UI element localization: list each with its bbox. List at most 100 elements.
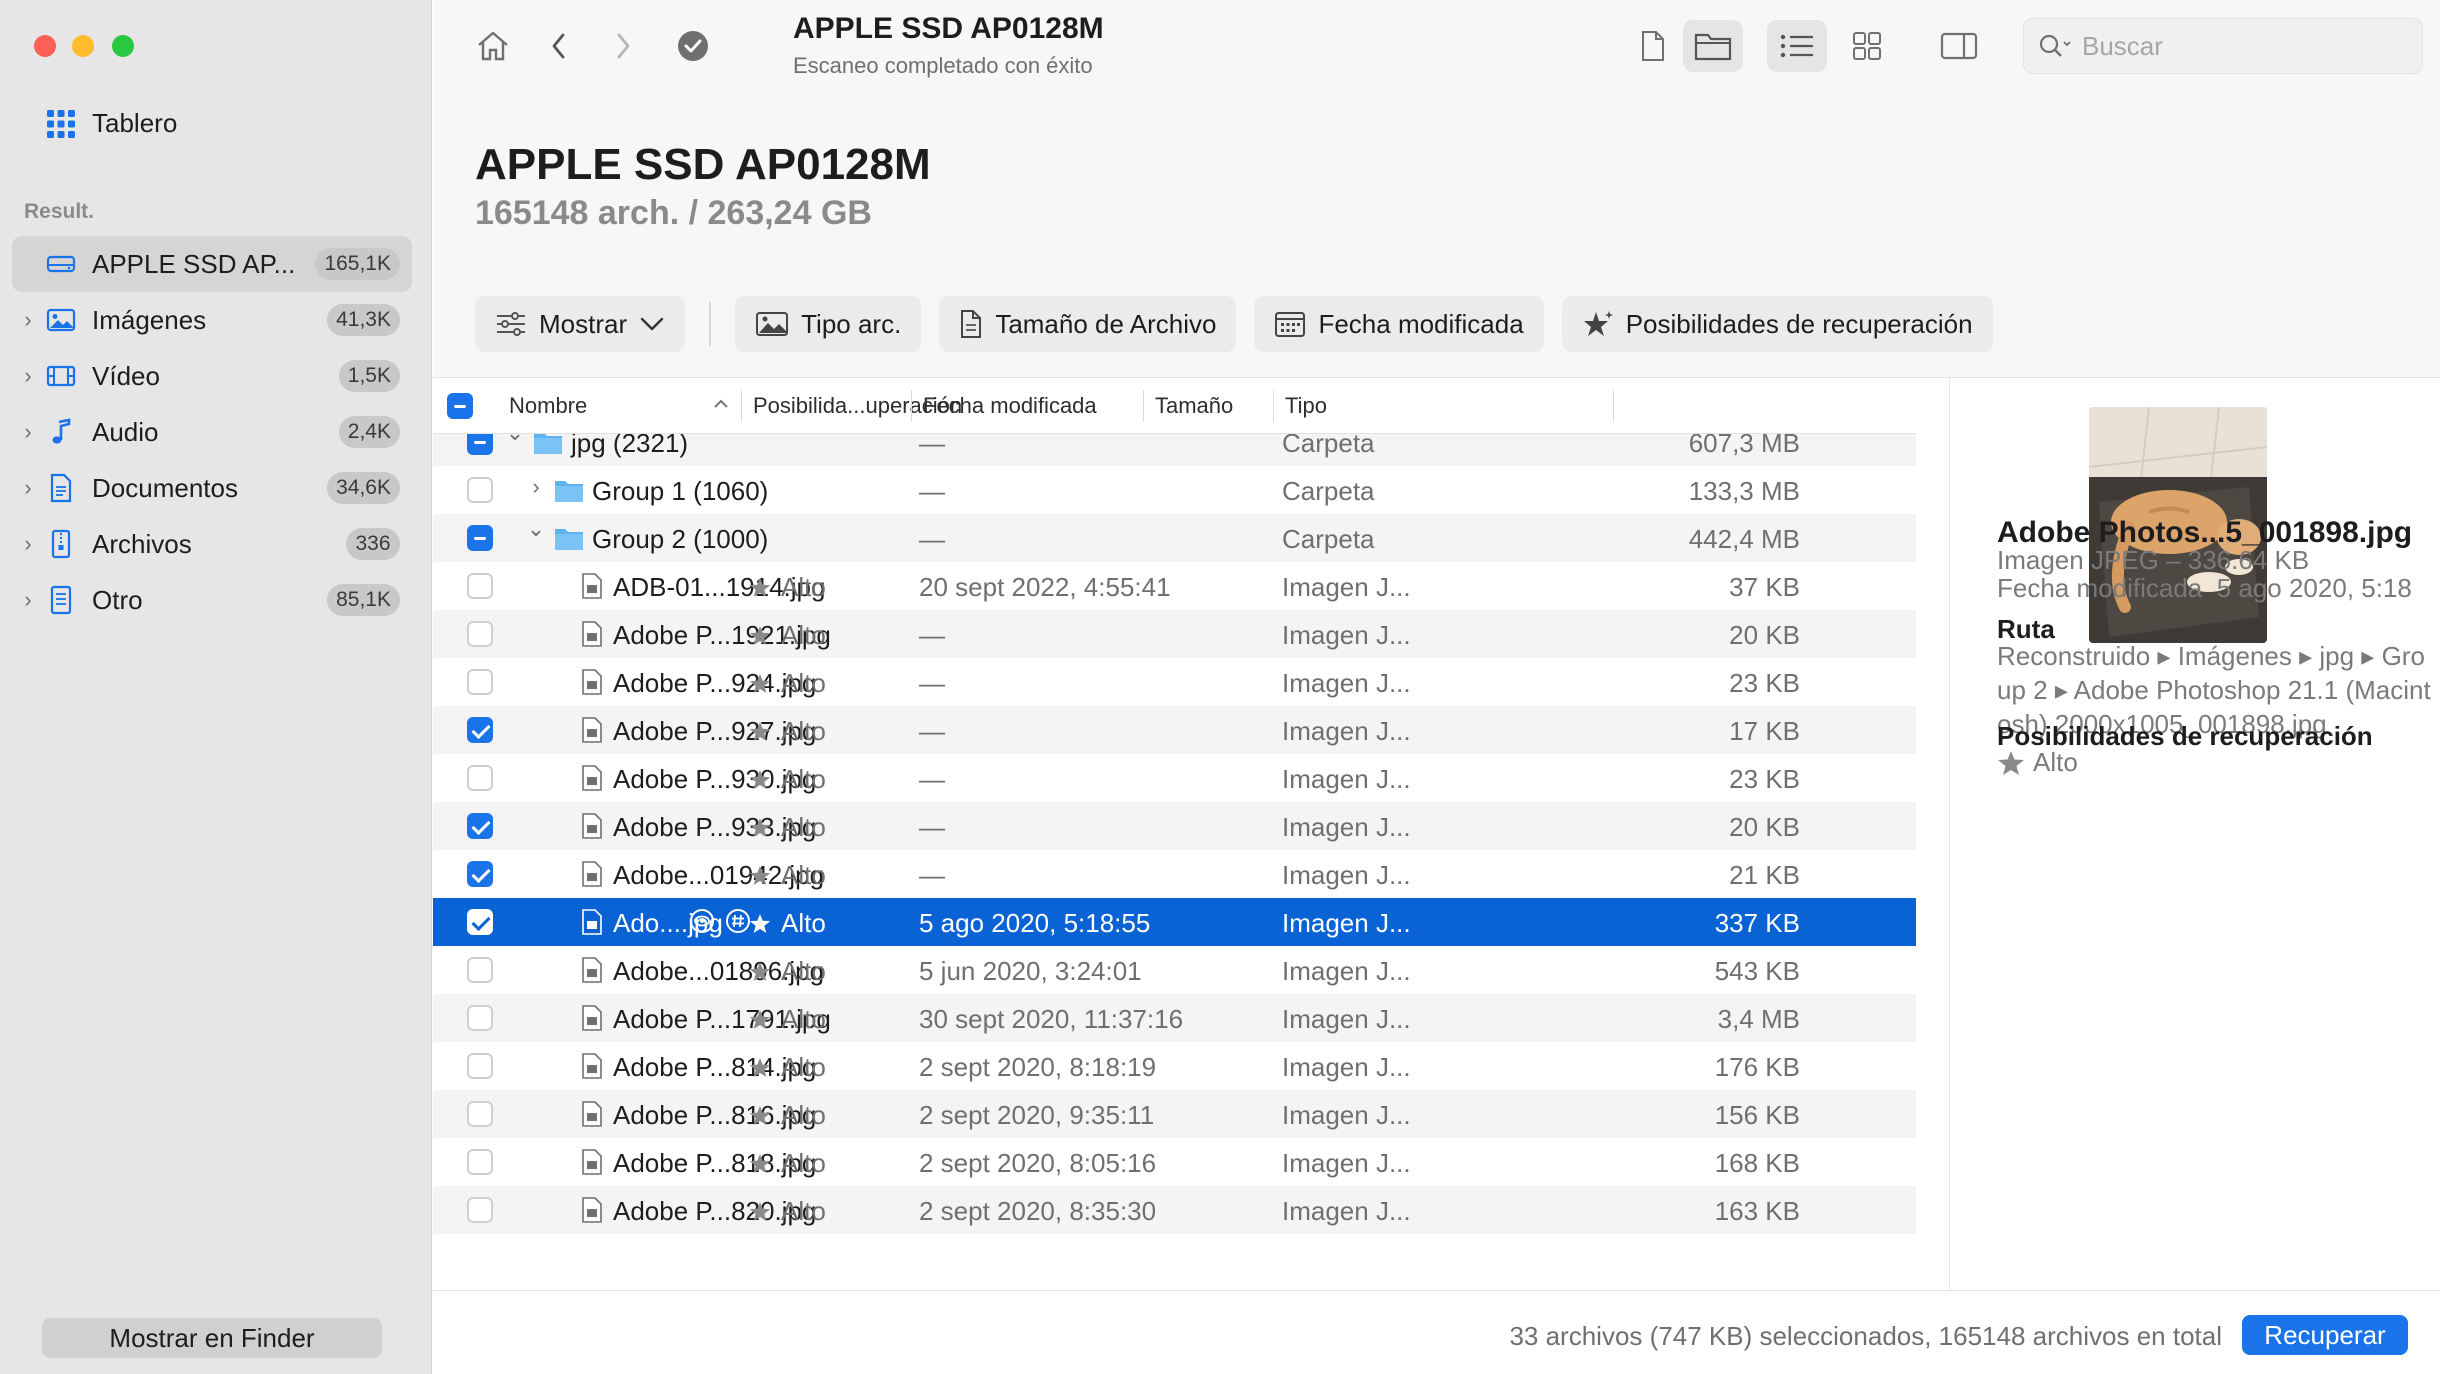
folder-row[interactable]: ⌄ Group 2 (1000) — 442,4 MB Carpeta xyxy=(433,514,1916,562)
file-row[interactable]: Ado....jpg Alto 5 ago 2020, 5:18:55 337 KB I… xyxy=(433,898,1916,946)
column-header-name[interactable]: Nombre xyxy=(509,393,587,419)
star-icon xyxy=(1998,750,2024,775)
folder-row[interactable]: › Group 1 (1060) — 133,3 MB Carpeta xyxy=(433,466,1916,514)
column-header-type[interactable]: Tipo xyxy=(1285,393,1327,419)
drive-title: APPLE SSD AP0128M xyxy=(475,140,931,189)
row-checkbox[interactable] xyxy=(467,573,493,599)
column-header-date[interactable]: Fecha modificada xyxy=(923,393,1097,419)
star-icon xyxy=(749,674,771,693)
row-checkbox[interactable] xyxy=(467,1149,493,1175)
sidebar-item-images[interactable]: › Imágenes 41,3K xyxy=(12,292,412,348)
file-row[interactable]: Adobe P...933.jpg Alto —20 KB Imagen J... xyxy=(433,802,1916,850)
file-size-filter-button[interactable]: Tamaño de Archivo xyxy=(939,296,1237,352)
file-type: Imagen J... xyxy=(1282,1052,1411,1082)
list-view-button[interactable] xyxy=(1767,20,1827,72)
close-window-button[interactable] xyxy=(34,35,56,57)
show-in-finder-button[interactable]: Mostrar en Finder xyxy=(42,1318,382,1358)
file-row[interactable]: Adobe P...924.jpg Alto —23 KB Imagen J... xyxy=(433,658,1916,706)
sidebar-item-drive[interactable]: APPLE SSD AP... 165,1K xyxy=(12,236,412,292)
row-checkbox[interactable] xyxy=(467,717,493,743)
chevron-down-icon xyxy=(640,317,664,331)
row-checkbox[interactable] xyxy=(467,621,493,647)
file-row[interactable]: Adobe...01896.jpg Alto 5 jun 2020, 3:24:01… xyxy=(433,946,1916,994)
star-icon xyxy=(749,962,771,981)
row-checkbox[interactable] xyxy=(467,909,493,935)
sidebar-item-audio[interactable]: › Audio 2,4K xyxy=(12,404,412,460)
image-file-icon xyxy=(582,765,602,791)
file-row[interactable]: Adobe...01942.jpg Alto —21 KB Imagen J... xyxy=(433,850,1916,898)
sort-ascending-icon[interactable] xyxy=(713,398,729,410)
file-type: Imagen J... xyxy=(1282,716,1411,746)
recovery-chance: Alto xyxy=(749,668,826,699)
file-row[interactable]: ADB-01...1914.jpg Alto 20 sept 2022, 4:55:… xyxy=(433,562,1916,610)
chevron-right-icon[interactable]: › xyxy=(12,531,44,557)
column-header-size[interactable]: Tamaño xyxy=(1155,393,1233,419)
recover-button[interactable]: Recuperar xyxy=(2242,1315,2408,1355)
search-field[interactable] xyxy=(2023,18,2423,74)
dashboard-link[interactable]: Tablero xyxy=(46,108,177,139)
row-checkbox[interactable] xyxy=(467,1005,493,1031)
file-size: 176 KB xyxy=(1714,1052,1800,1082)
recovery-label: Alto xyxy=(781,716,826,746)
file-row[interactable]: Adobe P...814.jpg Alto 2 sept 2020, 8:18:1… xyxy=(433,1042,1916,1090)
sidebar-item-documents[interactable]: › Documentos 34,6K xyxy=(12,460,412,516)
row-checkbox[interactable] xyxy=(467,861,493,887)
file-size: 21 KB xyxy=(1729,860,1800,890)
home-button[interactable] xyxy=(463,20,523,72)
recovery-label: Alto xyxy=(781,956,826,986)
date-modified-filter-button[interactable]: Fecha modificada xyxy=(1254,296,1544,352)
sidebar-item-archives[interactable]: › Archivos 336 xyxy=(12,516,412,572)
file-row[interactable]: Adobe P...818.jpg Alto 2 sept 2020, 8:05:1… xyxy=(433,1138,1916,1186)
file-row[interactable]: Adobe P...820.jpg Alto 2 sept 2020, 8:35:3… xyxy=(433,1186,1916,1234)
row-checkbox[interactable] xyxy=(467,669,493,695)
row-checkbox[interactable] xyxy=(467,765,493,791)
recovery-chances-label: Posibilidades de recuperación xyxy=(1625,308,1973,339)
sidebar-item-video[interactable]: › Vídeo 1,5K xyxy=(12,348,412,404)
file-row[interactable]: Adobe P...930.jpg Alto —23 KB Imagen J... xyxy=(433,754,1916,802)
file-size-label: Tamaño de Archivo xyxy=(995,308,1217,339)
hashtag-icon[interactable] xyxy=(725,908,751,934)
chevron-down-icon[interactable]: ⌄ xyxy=(524,516,548,542)
file-row[interactable]: Adobe P...816.jpg Alto 2 sept 2020, 9:35:1… xyxy=(433,1090,1916,1138)
chevron-right-icon[interactable]: › xyxy=(12,363,44,389)
recovery-chance: Alto xyxy=(749,1148,826,1179)
file-row[interactable]: Adobe P...927.jpg Alto —17 KB Imagen J... xyxy=(433,706,1916,754)
file-row[interactable]: Adobe P...1921.jpg Alto —20 KB Imagen J... xyxy=(433,610,1916,658)
star-icon xyxy=(749,1154,771,1173)
row-checkbox[interactable] xyxy=(467,525,493,551)
chevron-right-icon[interactable]: › xyxy=(12,475,44,501)
search-input[interactable] xyxy=(2082,30,2402,62)
sidebar: Tablero Result. APPLE SSD AP... 165,1K ›… xyxy=(0,0,432,1374)
chevron-right-icon[interactable]: › xyxy=(12,587,44,613)
file-view-button[interactable] xyxy=(1623,20,1683,72)
row-checkbox[interactable] xyxy=(467,1197,493,1223)
eye-icon[interactable] xyxy=(689,908,715,934)
row-checkbox[interactable] xyxy=(467,477,493,503)
back-button[interactable] xyxy=(529,20,589,72)
file-row[interactable]: Adobe P...1791.jpg Alto 30 sept 2020, 11:3… xyxy=(433,994,1916,1042)
toolbar: APPLE SSD AP0128M Escaneo completado con… xyxy=(433,0,2440,100)
recovery-chances-filter-button[interactable]: Posibilidades de recuperación xyxy=(1561,296,1993,352)
sidebar-item-other[interactable]: › Otro 85,1K xyxy=(12,572,412,628)
row-checkbox[interactable] xyxy=(467,1101,493,1127)
row-checkbox[interactable] xyxy=(467,957,493,983)
show-filter-button[interactable]: Mostrar xyxy=(475,296,686,352)
recovery-label: Alto xyxy=(781,668,826,698)
row-checkbox[interactable] xyxy=(467,813,493,839)
file-type-filter-button[interactable]: Tipo arc. xyxy=(735,296,922,352)
image-file-icon xyxy=(582,1005,602,1031)
forward-button[interactable] xyxy=(593,20,653,72)
row-checkbox[interactable] xyxy=(467,1053,493,1079)
chevron-right-icon[interactable]: › xyxy=(524,474,548,500)
zoom-window-button[interactable] xyxy=(112,35,134,57)
folder-view-button[interactable] xyxy=(1683,20,1743,72)
file-size: 337 KB xyxy=(1714,908,1800,938)
recovery-label: Alto xyxy=(781,1100,826,1130)
grid-view-button[interactable] xyxy=(1837,20,1897,72)
chevron-right-icon[interactable]: › xyxy=(12,419,44,445)
minimize-window-button[interactable] xyxy=(72,35,94,57)
chevron-right-icon[interactable]: › xyxy=(12,307,44,333)
toggle-preview-button[interactable] xyxy=(1929,20,1989,72)
select-all-checkbox[interactable] xyxy=(447,393,473,419)
document-icon xyxy=(44,471,78,505)
